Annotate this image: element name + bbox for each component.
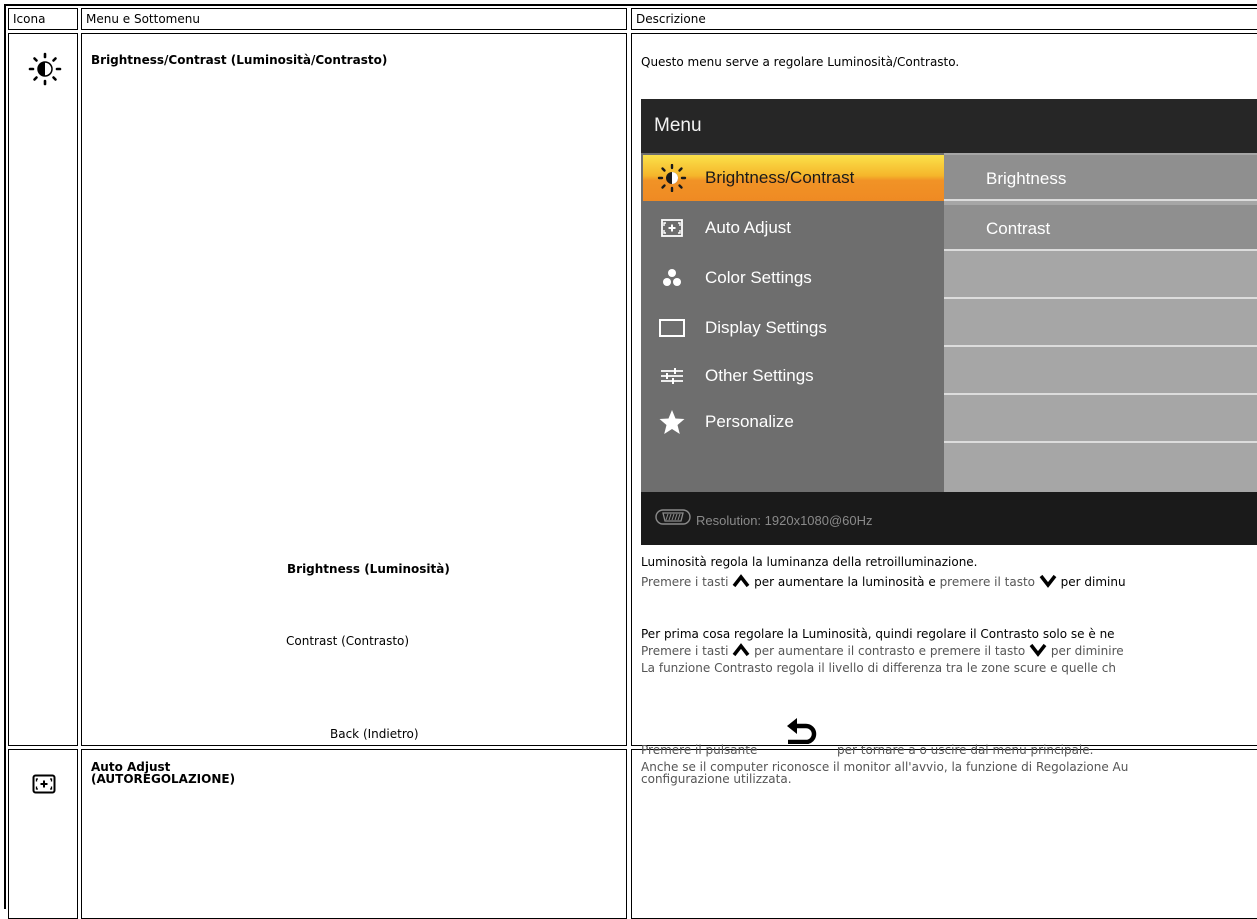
brightness-line2-a: Premere i tasti <box>641 575 733 589</box>
contrast-line2-a: Premere i tasti <box>641 644 733 658</box>
auto-adjust-icon <box>32 774 56 794</box>
vga-connector-icon <box>655 509 691 525</box>
back-label: Back (Indietro) <box>330 727 419 741</box>
osd-sub-empty <box>944 445 1257 491</box>
star-icon <box>659 410 685 434</box>
header-desc-cell: Descrizione <box>631 8 1257 30</box>
osd-sub-label: Brightness <box>986 169 1067 188</box>
osd-item-display-settings: Display Settings <box>643 305 944 351</box>
header-icon-label: Icona <box>13 12 46 26</box>
down-chevron-icon <box>1029 643 1047 657</box>
contrast-desc-line1: Per prima cosa regolare la Luminosità, q… <box>641 627 1115 641</box>
contrast-line2-b: per aumentare il contrasto e premere il … <box>754 644 1030 658</box>
osd-item-label: Personalize <box>705 412 794 431</box>
header-menu-label: Menu e Sottomenu <box>86 12 200 26</box>
osd-sub-brightness: Brightness <box>944 155 1257 201</box>
brightness-desc-line2: Premere i tasti per aumentare la luminos… <box>641 571 1257 593</box>
color-dots-icon <box>663 269 681 286</box>
osd-item-other-settings: Other Settings <box>643 353 944 399</box>
contrast-label: Contrast (Contrasto) <box>286 634 410 648</box>
brightness-line2-c: premere il tasto <box>939 575 1039 589</box>
brightness-line2-d: per diminu <box>1060 575 1126 589</box>
header-icon-cell: Icona <box>8 8 78 30</box>
back-desc-b: per tornare a o uscire dal menu principa… <box>837 743 1094 757</box>
osd-item-auto-adjust: Auto Adjust <box>643 205 944 251</box>
osd-item-brightness-contrast: Brightness/Contrast <box>643 155 944 201</box>
contrast-line2-c: per diminire <box>1050 644 1124 658</box>
auto-adjust-desc-line2: configurazione utilizzata. <box>641 772 792 786</box>
osd-item-label: Brightness/Contrast <box>705 168 855 187</box>
brightness-contrast-title: Brightness/Contrast (Luminosità/Contrast… <box>91 53 388 67</box>
sun-half-icon <box>28 52 62 86</box>
osd-sub-empty <box>944 301 1257 347</box>
header-desc-label: Descrizione <box>636 12 706 26</box>
osd-item-color-settings: Color Settings <box>643 255 944 301</box>
brightness-line2-b: per aumentare la luminosità e <box>754 575 940 589</box>
osd-item-label: Other Settings <box>705 366 814 385</box>
row-brightness-icon-cell <box>8 33 78 746</box>
osd-item-label: Display Settings <box>705 318 827 337</box>
contrast-desc-line3: La funzione Contrasto regola il livello … <box>641 661 1116 675</box>
osd-sub-label: Contrast <box>986 219 1051 238</box>
osd-footer: Resolution: 1920x1080@60Hz <box>641 492 1257 545</box>
back-desc-a: Premere il pulsante <box>641 743 758 757</box>
sliders-icon <box>661 368 683 384</box>
brightness-desc-line1: Luminosità regola la luminanza della ret… <box>641 555 978 569</box>
brightness-label: Brightness (Luminosità) <box>287 562 450 576</box>
osd-item-label: Color Settings <box>705 268 812 287</box>
up-chevron-icon <box>732 643 750 657</box>
down-chevron-icon <box>1039 574 1057 588</box>
osd-menu-screenshot: Menu Brightness/Contrast Auto Adjust Col… <box>641 99 1257 545</box>
osd-sub-contrast: Contrast <box>944 205 1257 251</box>
sun-half-icon <box>657 164 687 192</box>
contrast-desc-line2: Premere i tasti per aumentare il contras… <box>641 640 1257 662</box>
display-rectangle-icon <box>659 319 685 337</box>
osd-item-personalize: Personalize <box>643 399 944 445</box>
brightness-contrast-intro: Questo menu serve a regolare Luminosità/… <box>641 55 960 69</box>
osd-sub-empty <box>944 397 1257 443</box>
osd-sub-empty <box>944 349 1257 395</box>
up-chevron-icon <box>732 574 750 588</box>
osd-submenu: Brightness Contrast <box>944 153 1257 492</box>
osd-main-menu: Brightness/Contrast Auto Adjust Color Se… <box>641 153 944 492</box>
osd-item-label: Auto Adjust <box>705 218 792 237</box>
osd-title: Menu <box>654 115 702 136</box>
osd-resolution: Resolution: 1920x1080@60Hz <box>696 513 873 528</box>
header-menu-cell: Menu e Sottomenu <box>81 8 627 30</box>
osd-sub-empty <box>944 253 1257 299</box>
auto-adjust-icon <box>661 219 683 237</box>
back-arrow-icon <box>787 718 817 744</box>
auto-adjust-title-line2: (AUTOREGOLAZIONE) <box>91 772 236 786</box>
